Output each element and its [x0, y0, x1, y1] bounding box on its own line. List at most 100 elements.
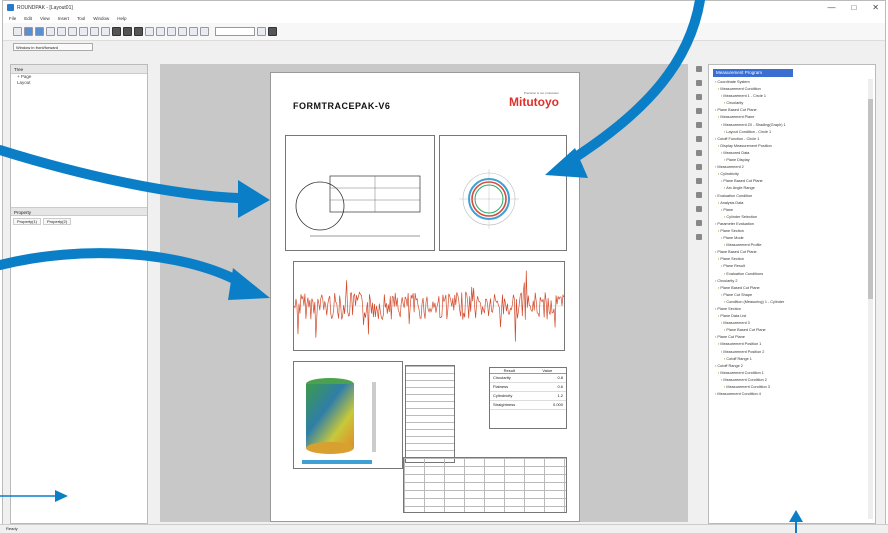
menu-insert[interactable]: Insert	[58, 16, 69, 21]
pointer-tool-icon[interactable]	[696, 66, 702, 72]
tree-item[interactable]: Plane Based Cut Plane	[715, 107, 870, 114]
close-button[interactable]: ✕	[872, 3, 879, 12]
copy-icon[interactable]	[101, 27, 110, 36]
print-icon[interactable]	[46, 27, 55, 36]
image-tool-icon[interactable]	[696, 164, 702, 170]
tree-item[interactable]: Measurement Profile	[715, 242, 870, 249]
tree-item[interactable]: Plane Cut Plane	[715, 334, 870, 341]
tree-item[interactable]: Evaluation Conditions	[715, 271, 870, 278]
tree-item-layout[interactable]: Layout	[11, 80, 147, 86]
graph-icon[interactable]	[134, 27, 143, 36]
save-icon[interactable]	[35, 27, 44, 36]
tab-property-2[interactable]: Property(2)	[43, 218, 72, 225]
tree-item[interactable]: Parameter Evaluation	[715, 221, 870, 228]
undo-icon[interactable]	[68, 27, 77, 36]
align-tool-icon[interactable]	[696, 206, 702, 212]
tree-item[interactable]: Measurement Condition 2	[715, 377, 870, 384]
tree-item[interactable]: Measurement Position 1	[715, 341, 870, 348]
tree-item[interactable]: Arc Angle Range	[715, 185, 870, 192]
grid-icon[interactable]	[112, 27, 121, 36]
zoom-in-icon[interactable]	[178, 27, 187, 36]
layout-canvas[interactable]: FORMTRACEPAK-V6 Precision is our profess…	[160, 64, 688, 531]
tree-item[interactable]: Plane Based Cut Plane	[715, 327, 870, 334]
tab-property-1[interactable]: Property(1)	[13, 218, 42, 225]
text-tool-icon[interactable]	[696, 94, 702, 100]
tree-item[interactable]: Cutoff Range 1	[715, 356, 870, 363]
tree-item[interactable]: Layout Condition - Circle 1	[715, 129, 870, 136]
window-forward-button[interactable]: Window in front/forward	[13, 43, 93, 51]
tree-item[interactable]: Evaluation Condition	[715, 193, 870, 200]
page-copy-icon[interactable]	[167, 27, 176, 36]
maximize-button[interactable]: □	[851, 3, 856, 12]
tree-scrollbar[interactable]	[868, 79, 873, 519]
tree-item[interactable]: Measurement Condition 4	[715, 391, 870, 398]
tree-item[interactable]: Circularity 2	[715, 278, 870, 285]
tree-item[interactable]: Coordinate System	[715, 79, 870, 86]
parameter-table[interactable]	[405, 365, 455, 463]
zoom-fit-icon[interactable]	[200, 27, 209, 36]
menu-edit[interactable]: Edit	[24, 16, 32, 21]
line-tool-icon[interactable]	[696, 108, 702, 114]
zoom-out-icon[interactable]	[189, 27, 198, 36]
program-tree-header[interactable]: Measurement Program	[713, 69, 793, 77]
tree-item[interactable]: Cylinder Selection	[715, 214, 870, 221]
new-icon[interactable]	[13, 27, 22, 36]
settings-tool-icon[interactable]	[696, 234, 702, 240]
menu-window[interactable]: Window	[93, 16, 109, 21]
tree-item[interactable]: Plane Based Cut Plane	[715, 178, 870, 185]
menu-file[interactable]: File	[9, 16, 16, 21]
cut-icon[interactable]	[90, 27, 99, 36]
preview-icon[interactable]	[57, 27, 66, 36]
group-tool-icon[interactable]	[696, 220, 702, 226]
tree-item[interactable]: Plane Result	[715, 263, 870, 270]
dropdown-icon[interactable]	[257, 27, 266, 36]
tree-item[interactable]: Measurement Position 2	[715, 349, 870, 356]
tree-item[interactable]: Measurement 2	[715, 164, 870, 171]
tree-item[interactable]: Plane Based Cut Plane	[715, 285, 870, 292]
zoom-tool-icon[interactable]	[696, 80, 702, 86]
menu-tool[interactable]: Tool	[77, 16, 85, 21]
tree-item[interactable]: Measured Data	[715, 150, 870, 157]
tree-item[interactable]: Measurement Condition	[715, 86, 870, 93]
tree-item[interactable]: Measurement 1 - Circle 1	[715, 93, 870, 100]
tree-item[interactable]: Plane Mode	[715, 235, 870, 242]
table-icon[interactable]	[123, 27, 132, 36]
tree-item[interactable]: Circularity	[715, 100, 870, 107]
tree-item[interactable]: Plane Cut Shape	[715, 292, 870, 299]
tree-item[interactable]: Plane Based Cut Plane	[715, 249, 870, 256]
menu-view[interactable]: View	[40, 16, 50, 21]
redo-icon[interactable]	[79, 27, 88, 36]
menu-help[interactable]: Help	[117, 16, 126, 21]
table-tool-icon[interactable]	[696, 150, 702, 156]
tree-item[interactable]: Plane Display	[715, 157, 870, 164]
tree-item[interactable]: Measurement Condition 1	[715, 370, 870, 377]
page-icon[interactable]	[156, 27, 165, 36]
tree-item[interactable]: Display Measurement Position	[715, 143, 870, 150]
tree-item[interactable]: Analysis Data	[715, 200, 870, 207]
tree-item[interactable]: Measurement Plane	[715, 114, 870, 121]
scrollbar-thumb[interactable]	[868, 99, 873, 299]
cylinder-3d-view[interactable]	[293, 361, 403, 469]
tree-item[interactable]: Cylindricity	[715, 171, 870, 178]
drawing-frame[interactable]	[285, 135, 435, 251]
tree-item[interactable]: Plane Section	[715, 228, 870, 235]
measurement-data-table[interactable]	[403, 457, 567, 513]
circle-icon[interactable]	[145, 27, 154, 36]
circle-tool-icon[interactable]	[696, 178, 702, 184]
help-icon[interactable]	[268, 27, 277, 36]
graph-tool-icon[interactable]	[696, 136, 702, 142]
tree-item[interactable]: Measurement Z0 - Shading(Graph) 1	[715, 122, 870, 129]
tree-item[interactable]: Cutoff Range 2	[715, 363, 870, 370]
zoom-input[interactable]	[215, 27, 255, 36]
roughness-trace-chart[interactable]	[293, 261, 565, 351]
tree-item[interactable]: Measurement Condition 3	[715, 384, 870, 391]
tree-item[interactable]: Plane	[715, 207, 870, 214]
tree-item[interactable]: Measurement 3	[715, 320, 870, 327]
tree-item[interactable]: Plane Section	[715, 306, 870, 313]
tree-item[interactable]: Condition (Measuring) 1 - Cylinder	[715, 299, 870, 306]
rect-tool-icon[interactable]	[696, 122, 702, 128]
minimize-button[interactable]: —	[827, 3, 835, 12]
arrow-tool-icon[interactable]	[696, 192, 702, 198]
tree-item[interactable]: Plane Section	[715, 256, 870, 263]
open-icon[interactable]	[24, 27, 33, 36]
